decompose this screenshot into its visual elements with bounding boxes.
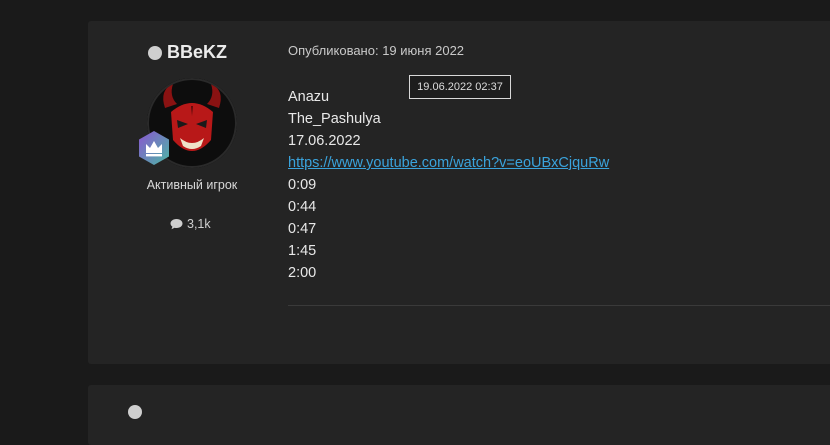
author-name-row: BBeKZ [148,42,227,63]
online-status-icon [128,405,142,419]
youtube-link[interactable]: https://www.youtube.com/watch?v=eoUBxCjq… [288,155,609,171]
content-line: Anazu [288,89,330,105]
post-card: BBeKZ Активный игрок 3,1k Опубликовано: … [88,21,830,364]
author-name[interactable]: BBeKZ [167,42,227,63]
timestamp-line: 2:00 [288,265,317,281]
post-content: Anazu The_Pashulya 17.06.2022 https://ww… [288,86,609,284]
content-line: 17.06.2022 [288,133,361,149]
timestamp-line: 0:44 [288,199,317,215]
timestamp-line: 1:45 [288,243,317,259]
message-count-value: 3,1k [187,217,211,231]
content-line: The_Pashulya [288,111,381,127]
online-status-icon [148,45,162,60]
next-post-author-row [128,405,142,419]
crown-icon [139,131,169,165]
rank-badge [136,130,172,166]
message-count: 3,1k [170,217,211,231]
post-divider [288,305,830,306]
timestamp-line: 0:47 [288,221,317,237]
next-post-card [88,385,830,445]
published-date[interactable]: Опубликовано: 19 июня 2022 [288,43,464,58]
author-role: Активный игрок [146,178,238,192]
comment-icon [170,219,183,230]
timestamp-line: 0:09 [288,177,317,193]
